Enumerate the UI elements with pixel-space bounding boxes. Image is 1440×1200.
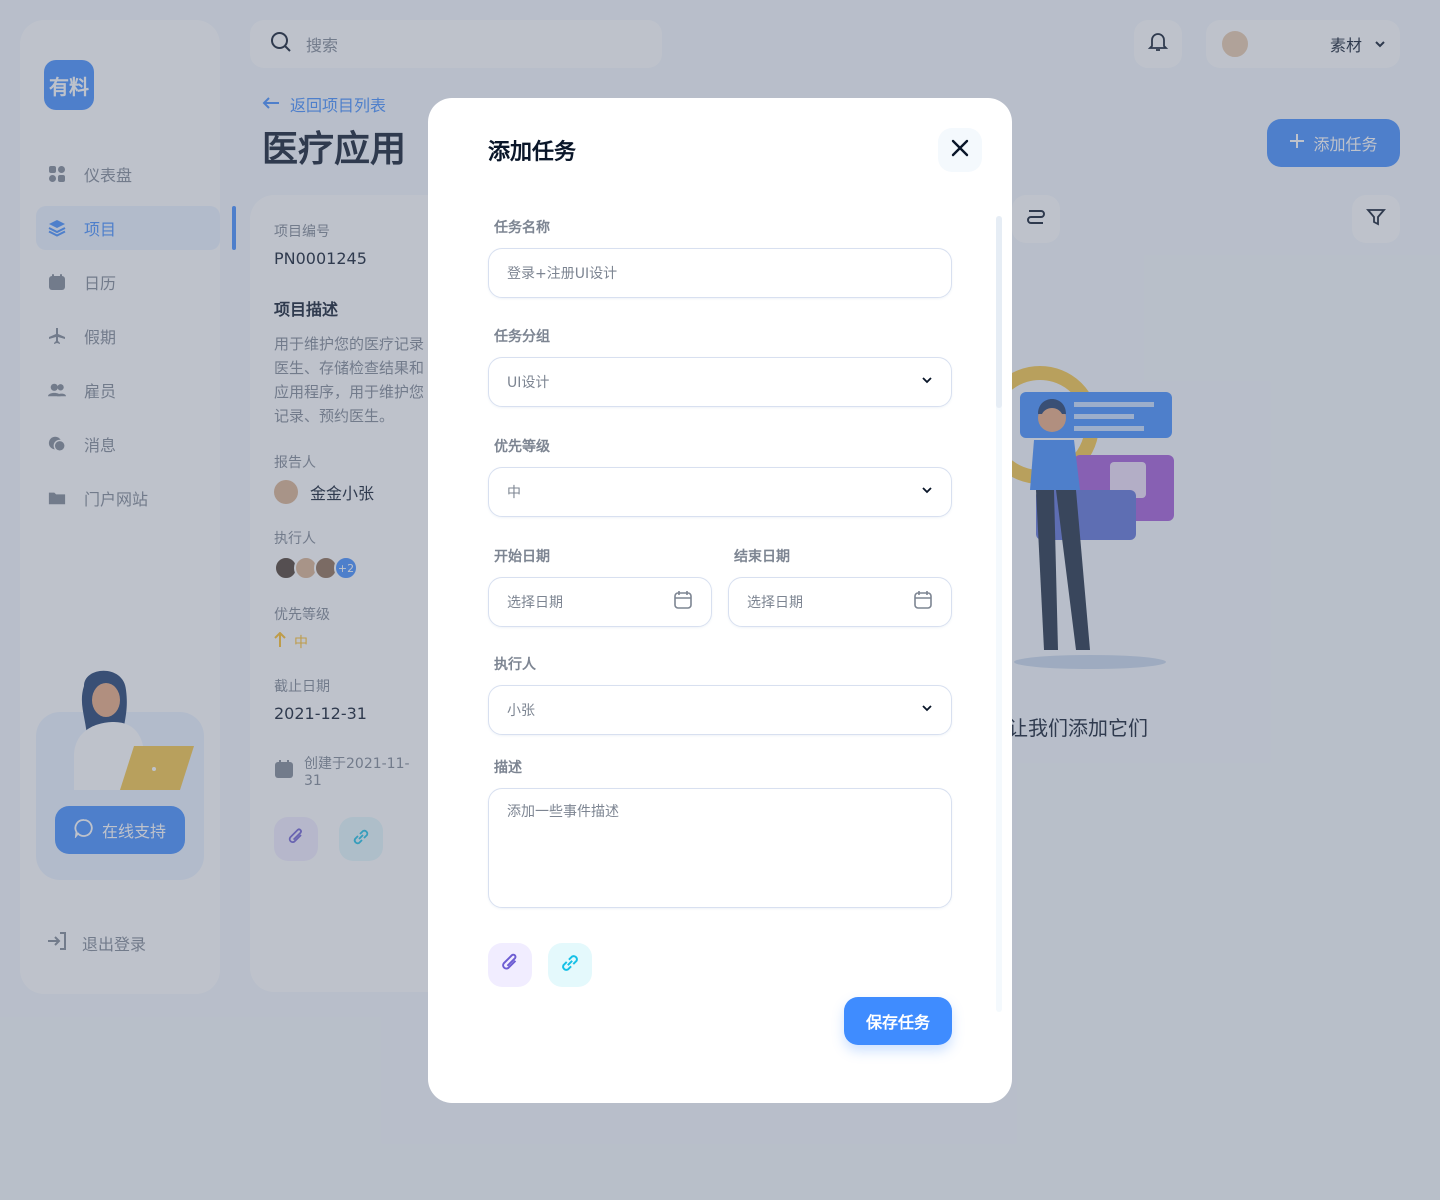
calendar-icon bbox=[673, 590, 693, 614]
modal-scrollbar-thumb[interactable] bbox=[996, 216, 1002, 408]
end-date-label: 结束日期 bbox=[734, 549, 790, 565]
add-task-modal: 添加任务 任务名称 登录+注册UI设计 任务分组 UI设计 优先等级 中 开始日… bbox=[428, 98, 1012, 1103]
task-group-select[interactable]: UI设计 bbox=[488, 357, 952, 407]
modal-title: 添加任务 bbox=[488, 140, 577, 165]
description-textarea[interactable]: 添加一些事件描述 bbox=[488, 788, 952, 908]
priority-label: 优先等级 bbox=[494, 439, 550, 455]
assignee-label: 执行人 bbox=[494, 657, 536, 673]
close-button[interactable] bbox=[938, 128, 982, 172]
chevron-down-icon bbox=[921, 374, 933, 390]
task-name-label: 任务名称 bbox=[494, 220, 550, 236]
assignee-select[interactable]: 小张 bbox=[488, 685, 952, 735]
task-group-value: UI设计 bbox=[507, 375, 550, 391]
task-name-value: 登录+注册UI设计 bbox=[507, 266, 618, 282]
end-date-placeholder: 选择日期 bbox=[747, 595, 803, 611]
paperclip-icon bbox=[498, 951, 522, 979]
description-placeholder: 添加一些事件描述 bbox=[507, 804, 619, 820]
chevron-down-icon bbox=[921, 702, 933, 718]
description-label: 描述 bbox=[494, 760, 522, 776]
task-group-label: 任务分组 bbox=[494, 329, 550, 345]
priority-select[interactable]: 中 bbox=[488, 467, 952, 517]
start-date-placeholder: 选择日期 bbox=[507, 595, 563, 611]
start-date-label: 开始日期 bbox=[494, 549, 550, 565]
calendar-icon bbox=[913, 590, 933, 614]
chevron-down-icon bbox=[921, 484, 933, 500]
task-name-input[interactable]: 登录+注册UI设计 bbox=[488, 248, 952, 298]
priority-value: 中 bbox=[507, 485, 521, 501]
close-icon bbox=[951, 139, 969, 161]
end-date-input[interactable]: 选择日期 bbox=[728, 577, 952, 627]
link-button[interactable] bbox=[548, 943, 592, 987]
attachment-button[interactable] bbox=[488, 943, 532, 987]
assignee-value: 小张 bbox=[507, 703, 535, 719]
start-date-input[interactable]: 选择日期 bbox=[488, 577, 712, 627]
link-icon bbox=[558, 951, 582, 979]
save-task-button[interactable]: 保存任务 bbox=[844, 997, 952, 1045]
save-task-label: 保存任务 bbox=[865, 1013, 930, 1032]
